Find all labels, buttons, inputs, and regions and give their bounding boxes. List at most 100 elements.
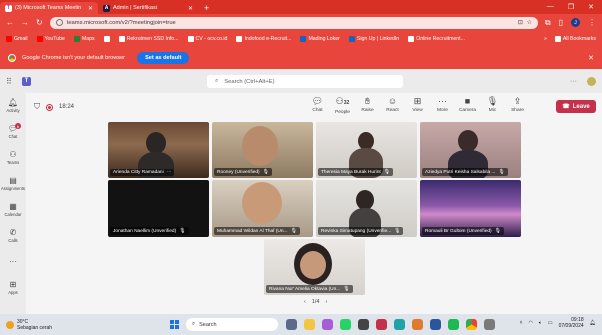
shield-icon[interactable]: ⛉: [34, 102, 40, 112]
bookmark-globe[interactable]: [103, 36, 110, 42]
battery-icon[interactable]: ▭: [548, 320, 553, 326]
bookmark-linkedin[interactable]: Sign Up | LinkedIn: [348, 36, 399, 42]
profile-avatar[interactable]: J: [571, 18, 580, 27]
whatsapp-icon[interactable]: [340, 319, 351, 330]
close-window-icon[interactable]: ✕: [588, 3, 594, 11]
video-tile[interactable]: Rooney (Unverified) 🎙︎: [212, 122, 313, 178]
camera-button[interactable]: ■ Camera: [455, 96, 480, 115]
participant-video: [300, 251, 326, 279]
rail-item-calls[interactable]: ✆ Calls: [0, 223, 26, 249]
video-tile[interactable]: Romauli Br Gultom (Unverified) 🎙︎: [420, 180, 521, 237]
bookmark-indofood[interactable]: Indofood e-Recruit...: [236, 36, 291, 42]
globe-icon: [103, 36, 110, 42]
share-button[interactable]: ⇪ Share: [505, 96, 530, 115]
settings-icon[interactable]: [484, 319, 495, 330]
weather-widget[interactable]: 30°C Sebagian cerah: [6, 319, 52, 331]
browser-tab-admin[interactable]: A Admin | Sertifikasi ✕: [98, 2, 198, 14]
minimize-icon[interactable]: —: [547, 3, 554, 11]
rail-item-chat[interactable]: 💬︎ 6 Chat: [0, 119, 26, 145]
view-button[interactable]: ⊞ View: [405, 96, 430, 115]
chat-button[interactable]: 💬︎ Chat: [305, 96, 330, 115]
rail-item-assignments[interactable]: ▤ Assignments: [0, 171, 26, 197]
set-default-button[interactable]: Set as default: [137, 52, 190, 64]
people-icon: ⚇32: [335, 96, 350, 106]
file-explorer-icon[interactable]: [304, 319, 315, 330]
sidebar-icon[interactable]: ▯: [559, 18, 563, 27]
restore-icon[interactable]: ❐: [568, 3, 574, 11]
video-tile[interactable]: Jonathan Naellim (Unverified) 🎙︎: [108, 180, 209, 237]
more-icon[interactable]: ···: [167, 170, 172, 175]
mic-muted-icon: 🎙︎: [179, 228, 186, 234]
bookmark-cv[interactable]: CV - ocv.co.id: [187, 36, 227, 42]
react-button[interactable]: ☺ React: [380, 96, 405, 115]
participant-name: Theresia Maya Burak Hurint 🎙︎: [318, 168, 394, 176]
chat-badge: 6: [15, 123, 21, 129]
raise-hand-button[interactable]: ✋︎ Raise: [355, 96, 380, 115]
forward-icon[interactable]: →: [21, 18, 29, 27]
menu-icon[interactable]: ⋮: [588, 18, 596, 27]
site-info-icon[interactable]: [55, 19, 63, 26]
volume-icon[interactable]: 🔈︎: [539, 320, 542, 326]
mail-icon[interactable]: [376, 319, 387, 330]
back-icon[interactable]: ←: [6, 18, 14, 27]
search-input[interactable]: ⌕ Search (Ctrl+Alt+E): [207, 75, 403, 88]
tray-overflow-icon[interactable]: ˄: [520, 320, 523, 326]
edge-icon[interactable]: [394, 319, 405, 330]
rail-item-activity[interactable]: 🔔︎ Activity: [0, 93, 26, 119]
reload-icon[interactable]: ↻: [36, 18, 43, 27]
teams-app-icon[interactable]: [322, 319, 333, 330]
video-tile[interactable]: Arienda Citty Ramadani ···: [108, 122, 209, 178]
more-button[interactable]: ··· More: [430, 96, 455, 115]
bookmark-rekrutmen[interactable]: Rekrutmen SSD Info...: [118, 36, 179, 42]
more-bookmarks-icon[interactable]: »: [544, 36, 547, 42]
user-avatar[interactable]: [587, 76, 596, 86]
video-tile[interactable]: Theresia Maya Burak Hurint 🎙︎: [316, 122, 417, 178]
video-tile[interactable]: Rivana Nur' Amelia Oktavia (Un... 🎙︎: [264, 239, 365, 295]
omnibox[interactable]: teams.microsoft.com/v2/?meetingjoin=true…: [49, 16, 538, 29]
bookmark-gmail[interactable]: Gmail: [6, 36, 28, 42]
rail-item-apps[interactable]: ⊞ Apps: [0, 275, 26, 301]
taskbar-search-input[interactable]: ⌕ Search: [186, 318, 278, 331]
bookmark-online-recruitment[interactable]: Online Recruitment...: [408, 36, 465, 42]
extensions-icon[interactable]: ⧉: [545, 18, 551, 28]
new-tab-button[interactable]: +: [198, 3, 215, 14]
wifi-icon[interactable]: ◠: [528, 320, 532, 326]
rail-item-calendar[interactable]: ▦ Calendar: [0, 197, 26, 223]
close-tab-icon[interactable]: ✕: [88, 5, 93, 12]
notifications-icon[interactable]: 🔔︎: [590, 320, 596, 326]
install-app-icon[interactable]: ⊡: [518, 20, 523, 26]
windows-start-icon[interactable]: [170, 320, 179, 329]
spotify-icon[interactable]: [448, 319, 459, 330]
bookmark-label: Online Recruitment...: [416, 36, 465, 42]
chrome-icon[interactable]: [466, 319, 477, 330]
leave-button[interactable]: ☎ Leave: [556, 100, 596, 113]
close-tab-icon[interactable]: ✕: [188, 5, 193, 12]
bookmark-youtube[interactable]: YouTube: [36, 36, 65, 42]
camera-app-icon[interactable]: [358, 319, 369, 330]
mic-muted-icon: 🎙︎: [290, 228, 297, 234]
people-button[interactable]: ⚇32 People: [330, 96, 355, 115]
recording-icon: [46, 103, 53, 111]
app-launcher-icon[interactable]: ⠿: [6, 77, 22, 86]
rail-item-more[interactable]: ···: [0, 249, 26, 275]
video-tile[interactable]: Revinka Simatupang (Unverifie... 🎙︎: [316, 180, 417, 237]
task-view-icon[interactable]: [286, 319, 297, 330]
video-tile[interactable]: Muhammad Wildan Al Thaf (Un... 🎙︎: [212, 180, 313, 237]
more-options-icon[interactable]: ···: [570, 78, 577, 85]
previous-page-icon[interactable]: ‹: [304, 299, 306, 305]
rail-item-teams[interactable]: ⚇ Teams: [0, 145, 26, 171]
mic-button[interactable]: 🎙︎ Mic: [480, 96, 505, 115]
bookmark-mading[interactable]: Mading Loker: [300, 36, 340, 42]
next-page-icon[interactable]: ›: [326, 299, 328, 305]
all-bookmarks-button[interactable]: All Bookmarks: [554, 36, 596, 42]
store-icon[interactable]: [412, 319, 423, 330]
video-tile[interactable]: Aziedya Putri Keisha Salsabila ... 🎙︎: [420, 122, 521, 178]
word-icon[interactable]: [430, 319, 441, 330]
clock[interactable]: 09:18 07/09/2024: [559, 317, 584, 329]
browser-tab-teams[interactable]: T (3) Microsoft Teams Meetin ✕: [0, 2, 98, 14]
close-infobar-icon[interactable]: ✕: [588, 54, 594, 62]
rail-label: Activity: [6, 108, 20, 113]
bookmark-maps[interactable]: Maps: [73, 36, 95, 42]
bookmark-star-icon[interactable]: ☆: [527, 20, 532, 26]
teams-app-rail: 🔔︎ Activity 💬︎ 6 Chat ⚇ Teams ▤ Assignments ▦…: [0, 93, 26, 314]
